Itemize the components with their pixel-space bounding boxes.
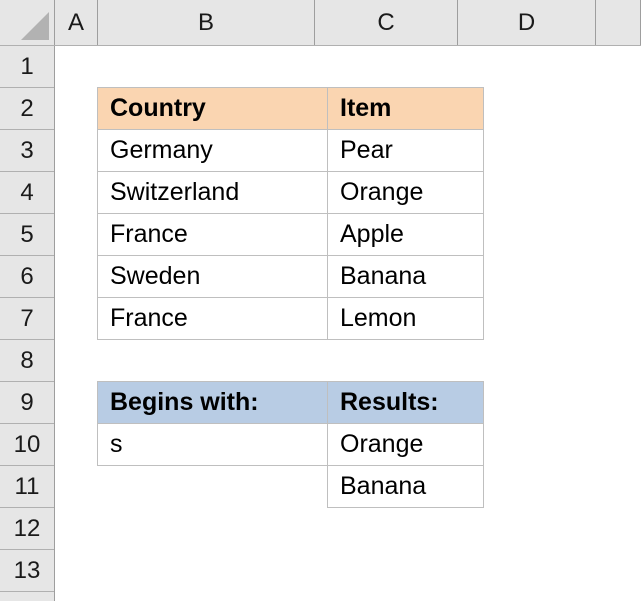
cell-B10-criteria-value[interactable]: s bbox=[97, 423, 328, 466]
cell-C6-item[interactable]: Banana bbox=[327, 255, 484, 298]
column-header-a[interactable]: A bbox=[55, 0, 98, 45]
row-header-2[interactable]: 2 bbox=[0, 88, 54, 130]
select-all-triangle-icon bbox=[21, 12, 49, 40]
cell-C10-result[interactable]: Orange bbox=[327, 423, 484, 466]
table-row: France Lemon bbox=[97, 297, 484, 340]
cell-B9-begins-with-header[interactable]: Begins with: bbox=[97, 381, 328, 424]
table-row: s Orange bbox=[97, 423, 484, 466]
row-header-7[interactable]: 7 bbox=[0, 298, 54, 340]
column-header-d[interactable]: D bbox=[458, 0, 596, 45]
table-header-row: Begins with: Results: bbox=[97, 381, 484, 424]
criteria-results-table[interactable]: Begins with: Results: s Orange Banana bbox=[97, 381, 484, 508]
cell-B6-country[interactable]: Sweden bbox=[97, 255, 328, 298]
table-row: Germany Pear bbox=[97, 129, 484, 172]
spreadsheet-grid[interactable]: A B C D 1 2 3 4 5 6 7 8 9 10 11 12 13 Co… bbox=[0, 0, 641, 601]
row-header-13[interactable]: 13 bbox=[0, 550, 54, 592]
cell-C2-item-header[interactable]: Item bbox=[327, 87, 484, 130]
row-header-9[interactable]: 9 bbox=[0, 382, 54, 424]
cell-C7-item[interactable]: Lemon bbox=[327, 297, 484, 340]
column-header-strip: A B C D bbox=[0, 0, 641, 46]
cell-C11-result[interactable]: Banana bbox=[327, 465, 484, 508]
cell-B11-empty[interactable] bbox=[98, 466, 328, 508]
cell-C5-item[interactable]: Apple bbox=[327, 213, 484, 256]
cell-C9-results-header[interactable]: Results: bbox=[327, 381, 484, 424]
row-header-8[interactable]: 8 bbox=[0, 340, 54, 382]
table-row: Switzerland Orange bbox=[97, 171, 484, 214]
cell-B2-country-header[interactable]: Country bbox=[97, 87, 328, 130]
table-row: France Apple bbox=[97, 213, 484, 256]
cell-C4-item[interactable]: Orange bbox=[327, 171, 484, 214]
select-all-corner-button[interactable] bbox=[0, 0, 55, 45]
cell-B4-country[interactable]: Switzerland bbox=[97, 171, 328, 214]
row-header-11[interactable]: 11 bbox=[0, 466, 54, 508]
row-header-1[interactable]: 1 bbox=[0, 46, 54, 88]
source-data-table[interactable]: Country Item Germany Pear Switzerland Or… bbox=[97, 87, 484, 340]
row-header-5[interactable]: 5 bbox=[0, 214, 54, 256]
row-header-strip: 1 2 3 4 5 6 7 8 9 10 11 12 13 bbox=[0, 46, 55, 601]
cell-B3-country[interactable]: Germany bbox=[97, 129, 328, 172]
row-header-10[interactable]: 10 bbox=[0, 424, 54, 466]
row-header-12[interactable]: 12 bbox=[0, 508, 54, 550]
column-header-b[interactable]: B bbox=[98, 0, 315, 45]
column-header-e[interactable] bbox=[596, 0, 641, 45]
table-header-row: Country Item bbox=[97, 87, 484, 130]
row-header-4[interactable]: 4 bbox=[0, 172, 54, 214]
table-row: Sweden Banana bbox=[97, 255, 484, 298]
column-header-c[interactable]: C bbox=[315, 0, 458, 45]
cell-B7-country[interactable]: France bbox=[97, 297, 328, 340]
row-header-6[interactable]: 6 bbox=[0, 256, 54, 298]
cell-C3-item[interactable]: Pear bbox=[327, 129, 484, 172]
table-row: Banana bbox=[98, 465, 484, 508]
row-header-3[interactable]: 3 bbox=[0, 130, 54, 172]
cell-B5-country[interactable]: France bbox=[97, 213, 328, 256]
